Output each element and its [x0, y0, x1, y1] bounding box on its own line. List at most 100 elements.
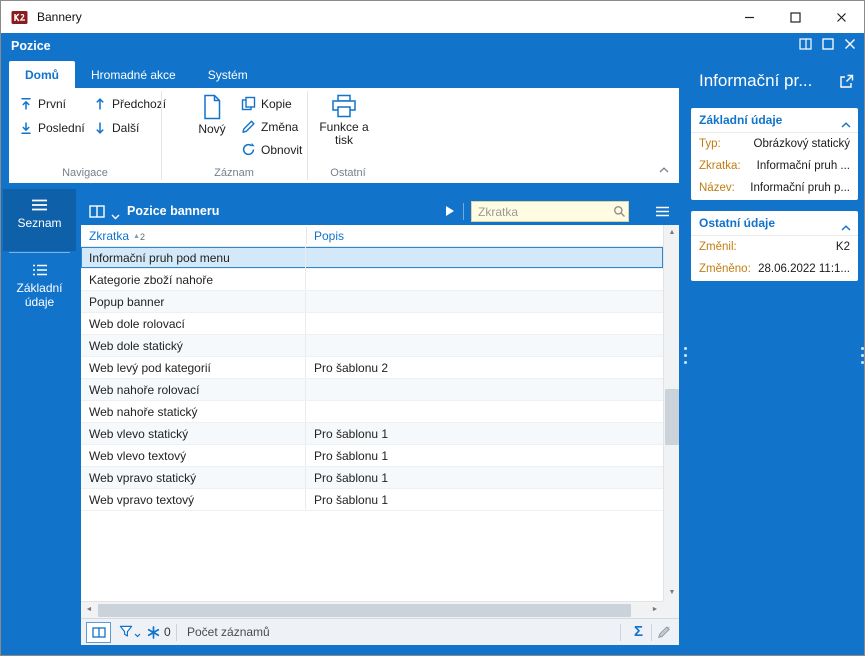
section-title: Základní údaje [699, 113, 782, 127]
section-header-ostatni-udaje[interactable]: Ostatní údaje [691, 211, 858, 235]
first-record-button[interactable]: První [19, 97, 66, 111]
tab-system[interactable]: Systém [192, 61, 264, 88]
table-row[interactable]: Web nahoře rolovací [81, 379, 663, 401]
column-header-popis[interactable]: Popis [314, 229, 344, 243]
tab-label: Systém [208, 68, 248, 82]
table-row[interactable]: Web levý pod kategoriíPro šablonu 2 [81, 357, 663, 379]
close-button[interactable] [818, 1, 864, 33]
scrollbar-corner [663, 601, 679, 618]
table-row[interactable]: Web vlevo textovýPro šablonu 1 [81, 445, 663, 467]
chevron-up-icon [841, 122, 851, 128]
cell-zkratka: Popup banner [81, 291, 306, 312]
columns-button[interactable] [86, 622, 111, 643]
column-header-row: Zkratka▲2 Popis [81, 225, 663, 247]
view-dropdown-button[interactable] [111, 209, 120, 223]
collapse-section-button[interactable] [841, 220, 851, 234]
refresh-button[interactable]: Obnovit [241, 142, 302, 157]
next-record-button[interactable]: Další [93, 121, 139, 135]
scroll-right-button[interactable]: ► [647, 602, 663, 619]
run-search-button[interactable] [446, 206, 454, 216]
cell-popis [306, 291, 663, 312]
cell-popis: Pro šablonu 2 [306, 357, 663, 378]
maximize-button[interactable] [772, 1, 818, 33]
ribbon-collapse-button[interactable] [659, 162, 669, 176]
cell-popis: Pro šablonu 1 [306, 489, 663, 510]
column-divider[interactable] [306, 227, 307, 244]
filter-button[interactable] [119, 625, 141, 638]
table-row[interactable]: Web vpravo textovýPro šablonu 1 [81, 489, 663, 511]
sidebar-item-zakladni-udaje[interactable]: Základní údaje [3, 254, 76, 320]
columns-view-button[interactable] [89, 205, 105, 221]
button-label: Další [112, 121, 139, 135]
mdi-window-controls [799, 38, 856, 50]
app-logo-icon [11, 9, 28, 26]
first-record-icon [19, 97, 33, 111]
horizontal-scrollbar-thumb[interactable] [98, 604, 631, 617]
app-window: Bannery Pozice Domů Hromadné akce Systém… [0, 0, 865, 656]
cell-popis [306, 313, 663, 334]
table-row[interactable]: Web nahoře statický [81, 401, 663, 423]
column-header-zkratka[interactable]: Zkratka▲2 [89, 229, 145, 243]
grid-menu-button[interactable] [655, 206, 670, 220]
field-value: Obrázkový statický [727, 133, 850, 155]
statusbar-divider [620, 624, 621, 641]
next-record-icon [93, 121, 107, 135]
scroll-left-button[interactable]: ◄ [81, 602, 97, 619]
scroll-up-button[interactable]: ▲ [664, 225, 680, 241]
field-value: Informační pruh p... [741, 177, 850, 199]
cell-popis [306, 335, 663, 356]
open-window-button[interactable] [839, 74, 854, 92]
table-row[interactable]: Popup banner [81, 291, 663, 313]
table-row[interactable]: Informační pruh pod menu [81, 247, 663, 269]
section-header-zakladni-udaje[interactable]: Základní údaje [691, 108, 858, 132]
chevron-up-icon [659, 167, 669, 173]
splitter-handle[interactable] [860, 347, 864, 364]
field-row: Název:Informační pruh p... [691, 177, 858, 199]
sort-asc-icon: ▲ [133, 233, 140, 240]
cell-zkratka: Web dole statický [81, 335, 306, 356]
collapse-section-button[interactable] [841, 117, 851, 131]
copy-button[interactable]: Kopie [241, 96, 292, 111]
change-button[interactable]: Změna [241, 119, 298, 134]
functions-print-button[interactable]: Funkce a tisk [315, 94, 373, 147]
horizontal-scrollbar[interactable]: ◄ ► [81, 601, 663, 618]
table-row[interactable]: Web vlevo statickýPro šablonu 1 [81, 423, 663, 445]
chevron-down-icon [134, 633, 141, 638]
new-record-button[interactable]: Nový [189, 94, 235, 136]
mdi-maximize-icon [822, 38, 834, 50]
vertical-scrollbar[interactable]: ▲ ▼ [663, 225, 679, 601]
group-label-navigace: Navigace [9, 167, 161, 179]
table-row[interactable]: Web dole rolovací [81, 313, 663, 335]
hamburger-icon [655, 206, 670, 217]
search-input[interactable] [471, 201, 629, 222]
cell-zkratka: Informační pruh pod menu [81, 247, 306, 268]
sidebar-item-seznam[interactable]: Seznam [3, 189, 76, 251]
tab-hromadne-akce[interactable]: Hromadné akce [75, 61, 192, 88]
splitter-handle[interactable] [683, 347, 687, 364]
statusbar-divider [176, 624, 177, 641]
cell-popis [306, 379, 663, 400]
record-count-label: Počet záznamů [187, 619, 270, 645]
table-row[interactable]: Web dole statický [81, 335, 663, 357]
search-icon[interactable] [613, 205, 626, 221]
asterisk-icon[interactable] [147, 626, 160, 642]
tab-label: Domů [25, 68, 59, 82]
sum-button[interactable]: Σ [634, 619, 643, 645]
mdi-maximize-button[interactable] [822, 38, 834, 50]
dock-panel-button[interactable] [799, 38, 812, 50]
statusbar-divider [651, 624, 652, 641]
table-row[interactable]: Web vpravo statickýPro šablonu 1 [81, 467, 663, 489]
mdi-close-button[interactable] [844, 38, 856, 50]
button-label: Obnovit [261, 143, 302, 157]
edit-disabled-icon [657, 625, 671, 642]
dock-panel-icon [799, 38, 812, 50]
header-divider [463, 203, 464, 220]
vertical-scrollbar-thumb[interactable] [665, 389, 679, 445]
scroll-down-button[interactable]: ▼ [664, 585, 680, 601]
minimize-button[interactable] [726, 1, 772, 33]
table-row[interactable]: Kategorie zboží nahoře [81, 269, 663, 291]
last-record-button[interactable]: Poslední [19, 121, 85, 135]
tab-domu[interactable]: Domů [9, 61, 75, 88]
button-label: První [38, 97, 66, 111]
previous-record-button[interactable]: Předchozí [93, 97, 166, 111]
